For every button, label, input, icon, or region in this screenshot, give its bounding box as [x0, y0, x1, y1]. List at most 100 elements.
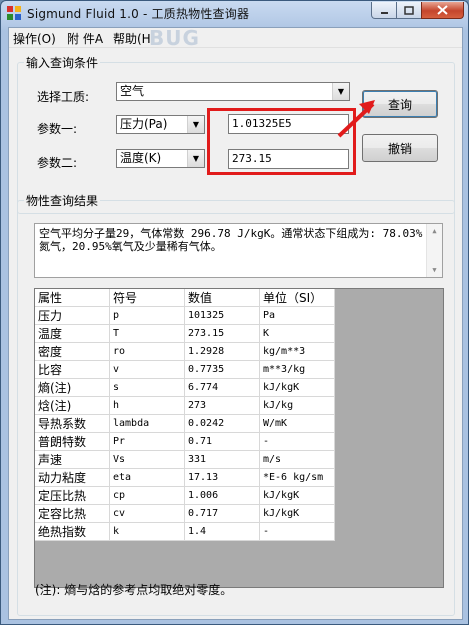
menu-attachment[interactable]: 附 件A: [67, 30, 103, 47]
table-row[interactable]: 声速 Vs 331 m/s: [35, 450, 335, 469]
chevron-down-icon[interactable]: ▼: [187, 116, 204, 133]
table-row[interactable]: 定压比热 cp 1.006 kJ/kgK: [35, 486, 335, 505]
cell-property[interactable]: 动力粘度: [35, 468, 110, 487]
param2-type-value: 温度(K): [120, 151, 162, 165]
cell-value[interactable]: 6.774: [184, 378, 260, 397]
cell-unit[interactable]: W/mK: [259, 414, 335, 433]
param1-type-select[interactable]: 压力(Pa) ▼: [116, 115, 205, 134]
cell-symbol[interactable]: k: [109, 522, 185, 541]
cell-symbol[interactable]: Vs: [109, 450, 185, 469]
cell-value[interactable]: 1.2928: [184, 342, 260, 361]
cell-symbol[interactable]: v: [109, 360, 185, 379]
cell-property[interactable]: 声速: [35, 450, 110, 469]
minimize-button[interactable]: [371, 2, 397, 19]
cell-value[interactable]: 273.15: [184, 324, 260, 343]
cell-symbol[interactable]: ro: [109, 342, 185, 361]
window-title: Sigmund Fluid 1.0 - 工质热物性查询器: [27, 7, 250, 21]
cell-value[interactable]: 1.006: [184, 486, 260, 505]
scroll-down-icon[interactable]: ▼: [427, 263, 442, 277]
cell-symbol[interactable]: cv: [109, 504, 185, 523]
cell-symbol[interactable]: T: [109, 324, 185, 343]
cell-value[interactable]: 0.0242: [184, 414, 260, 433]
table-row[interactable]: 动力粘度 eta 17.13 *E-6 kg/sm: [35, 468, 335, 487]
cell-property[interactable]: 温度: [35, 324, 110, 343]
cell-property[interactable]: 熵(注): [35, 378, 110, 397]
maximize-button[interactable]: [396, 2, 422, 19]
table-row[interactable]: 密度 ro 1.2928 kg/m**3: [35, 342, 335, 361]
cell-symbol[interactable]: h: [109, 396, 185, 415]
cell-value[interactable]: 273: [184, 396, 260, 415]
cell-unit[interactable]: m**3/kg: [259, 360, 335, 379]
param2-label: 参数二:: [37, 156, 78, 170]
query-group-legend: 输入查询条件: [26, 56, 99, 70]
highlight-box: [207, 108, 356, 175]
fluid-select-value: 空气: [120, 84, 145, 98]
cell-value[interactable]: 17.13: [184, 468, 260, 487]
cell-unit[interactable]: kg/m**3: [259, 342, 335, 361]
table-row[interactable]: 绝热指数 k 1.4-: [35, 522, 335, 541]
close-icon: [437, 5, 448, 15]
table-row[interactable]: 熵(注) s 6.774 kJ/kgK: [35, 378, 335, 397]
column-header-symbol[interactable]: 符号: [109, 289, 185, 307]
cell-property[interactable]: 定压比热: [35, 486, 110, 505]
cell-property[interactable]: 压力: [35, 306, 110, 325]
cell-unit[interactable]: kJ/kg: [259, 396, 335, 415]
app-icon: [7, 6, 21, 20]
cell-unit[interactable]: m/s: [259, 450, 335, 469]
chevron-down-icon[interactable]: ▼: [187, 150, 204, 167]
cell-unit[interactable]: *E-6 kg/sm: [259, 468, 335, 487]
cell-symbol[interactable]: cp: [109, 486, 185, 505]
table-header-row: 属性 符号 数值 单位（SI）: [35, 289, 335, 307]
cell-value[interactable]: 0.717: [184, 504, 260, 523]
table-row[interactable]: 压力 p 101325 Pa: [35, 306, 335, 325]
column-header-property[interactable]: 属性: [35, 289, 110, 307]
title-bar[interactable]: Sigmund Fluid 1.0 - 工质热物性查询器: [1, 1, 468, 25]
cell-unit[interactable]: -: [259, 432, 335, 451]
properties-table: 属性 符号 数值 单位（SI） 压力 p 101325 Pa 温度 T 273.15 K 密度 r…: [35, 289, 335, 541]
cell-property[interactable]: 比容: [35, 360, 110, 379]
cell-property[interactable]: 定容比热: [35, 504, 110, 523]
column-header-unit[interactable]: 单位（SI）: [259, 289, 335, 307]
cell-value[interactable]: 1.4: [184, 522, 260, 541]
table-row[interactable]: 比容 v 0.7735 m**3/kg: [35, 360, 335, 379]
cell-unit[interactable]: K: [259, 324, 335, 343]
fluid-label: 选择工质:: [37, 90, 90, 104]
menu-operate[interactable]: 操作(O): [13, 30, 56, 47]
table-row[interactable]: 定容比热 cv 0.717 kJ/kgK: [35, 504, 335, 523]
fluid-description: 空气平均分子量29，气体常数 296.78 J/kgK。通常状态下组成为: 78…: [34, 223, 443, 278]
table-row[interactable]: 普朗特数 Pr 0.71-: [35, 432, 335, 451]
cell-value[interactable]: 101325: [184, 306, 260, 325]
param2-type-select[interactable]: 温度(K) ▼: [116, 149, 205, 168]
cell-unit[interactable]: kJ/kgK: [259, 504, 335, 523]
fluid-select[interactable]: 空气 ▼: [116, 82, 350, 101]
table-row[interactable]: 焓(注) h 273 kJ/kg: [35, 396, 335, 415]
column-header-value[interactable]: 数值: [184, 289, 260, 307]
client-area: 操作(O) 附 件A 帮助(H) BUG 输入查询条件 选择工质: 空气 ▼ 参…: [8, 26, 463, 620]
cell-unit[interactable]: Pa: [259, 306, 335, 325]
description-scrollbar[interactable]: ▲ ▼: [426, 224, 442, 277]
description-text: 空气平均分子量29，气体常数 296.78 J/kgK。通常状态下组成为: 78…: [39, 227, 423, 253]
cell-symbol[interactable]: lambda: [109, 414, 185, 433]
close-button[interactable]: [421, 2, 464, 19]
cell-property[interactable]: 密度: [35, 342, 110, 361]
cell-unit[interactable]: -: [259, 522, 335, 541]
pointer-arrow-icon: [337, 100, 375, 138]
cell-property[interactable]: 焓(注): [35, 396, 110, 415]
cell-symbol[interactable]: eta: [109, 468, 185, 487]
cell-symbol[interactable]: Pr: [109, 432, 185, 451]
table-row[interactable]: 导热系数 lambda 0.0242 W/mK: [35, 414, 335, 433]
cell-property[interactable]: 普朗特数: [35, 432, 110, 451]
cell-unit[interactable]: kJ/kgK: [259, 378, 335, 397]
properties-table-body: 压力 p 101325 Pa 温度 T 273.15 K 密度 ro 1.2928 kg/m**3 比容…: [35, 306, 335, 541]
cell-property[interactable]: 导热系数: [35, 414, 110, 433]
cell-symbol[interactable]: p: [109, 306, 185, 325]
cell-value[interactable]: 0.71: [184, 432, 260, 451]
properties-grid[interactable]: 属性 符号 数值 单位（SI） 压力 p 101325 Pa 温度 T 273.15 K 密度 r…: [34, 288, 444, 588]
table-row[interactable]: 温度 T 273.15 K: [35, 324, 335, 343]
cell-symbol[interactable]: s: [109, 378, 185, 397]
cell-property[interactable]: 绝热指数: [35, 522, 110, 541]
cell-value[interactable]: 331: [184, 450, 260, 469]
cell-value[interactable]: 0.7735: [184, 360, 260, 379]
scroll-up-icon[interactable]: ▲: [427, 224, 442, 238]
cell-unit[interactable]: kJ/kgK: [259, 486, 335, 505]
